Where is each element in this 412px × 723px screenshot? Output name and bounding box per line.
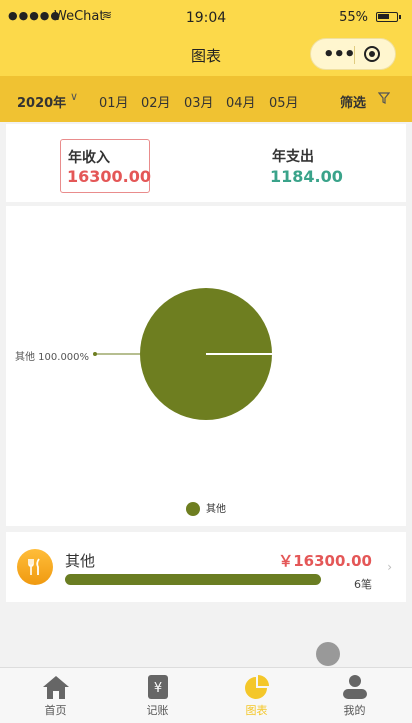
- month-tab[interactable]: 01月: [99, 92, 129, 111]
- chevron-right-icon: ›: [387, 560, 392, 574]
- filter-bar: 2020年 ∨ 01月 02月 03月 04月 05月 筛选: [0, 76, 412, 122]
- user-icon: [343, 675, 367, 699]
- fork-knife-icon: [17, 549, 53, 585]
- pie-chart-card: 其他 100.000% 其他: [6, 206, 406, 526]
- income-summary[interactable]: 年收入 16300.00: [60, 139, 152, 193]
- capsule-divider: [354, 46, 355, 64]
- category-count: 6笔: [354, 578, 372, 591]
- ledger-icon: ¥: [148, 675, 168, 699]
- home-icon: [43, 676, 69, 699]
- month-tab[interactable]: 05月: [269, 92, 299, 111]
- tab-label: 首页: [44, 704, 67, 717]
- tab-home[interactable]: 首页: [4, 668, 107, 723]
- floating-button[interactable]: [316, 642, 340, 666]
- pie-chart: [93, 288, 272, 420]
- year-selector[interactable]: 2020年: [17, 92, 66, 111]
- tab-ledger[interactable]: ¥ 记账: [106, 668, 209, 723]
- expense-value[interactable]: 1184.00: [270, 167, 343, 186]
- tab-mine[interactable]: 我的: [303, 668, 406, 723]
- nav-bar: 图表 •••: [0, 34, 412, 76]
- category-row[interactable]: 其他 ￥16300.00 6笔 ›: [6, 532, 406, 602]
- legend-swatch: [186, 502, 200, 516]
- tab-label: 记账: [146, 704, 169, 717]
- month-tab[interactable]: 03月: [184, 92, 214, 111]
- chart-legend[interactable]: 其他: [186, 500, 226, 516]
- pie-chart-icon: [245, 675, 269, 699]
- status-bar: ●●●●● WeChat ≋ 19:04 55%: [0, 0, 412, 34]
- tab-bar: 首页 ¥ 记账 图表 我的: [0, 667, 412, 723]
- month-tab[interactable]: 04月: [226, 92, 256, 111]
- funnel-icon[interactable]: [377, 92, 391, 107]
- legend-label: 其他: [206, 504, 226, 515]
- category-progress-bar: [65, 574, 321, 585]
- tab-label: 图表: [245, 704, 268, 717]
- battery-percent: 55%: [339, 10, 368, 25]
- income-label: 年收入: [68, 150, 110, 166]
- filter-button[interactable]: 筛选: [340, 92, 366, 111]
- close-miniprogram-icon[interactable]: [364, 46, 380, 62]
- category-amount: ￥16300.00: [278, 552, 372, 570]
- svg-text:¥: ¥: [154, 681, 162, 696]
- year-summary-card: 年收入 16300.00 年支出 1184.00: [6, 124, 406, 202]
- chevron-down-icon[interactable]: ∨: [70, 90, 78, 103]
- expense-label[interactable]: 年支出: [272, 146, 314, 166]
- miniprogram-capsule: •••: [310, 38, 396, 70]
- tab-chart[interactable]: 图表: [205, 668, 308, 723]
- month-tab[interactable]: 02月: [141, 92, 171, 111]
- battery-icon: [376, 12, 401, 22]
- tab-label: 我的: [343, 704, 366, 717]
- income-value: 16300.00: [67, 167, 152, 186]
- pie-slice-label: 其他 100.000%: [15, 352, 90, 363]
- pie-label-dot: [93, 352, 97, 356]
- category-name: 其他: [65, 552, 96, 570]
- more-menu-icon[interactable]: •••: [323, 44, 356, 65]
